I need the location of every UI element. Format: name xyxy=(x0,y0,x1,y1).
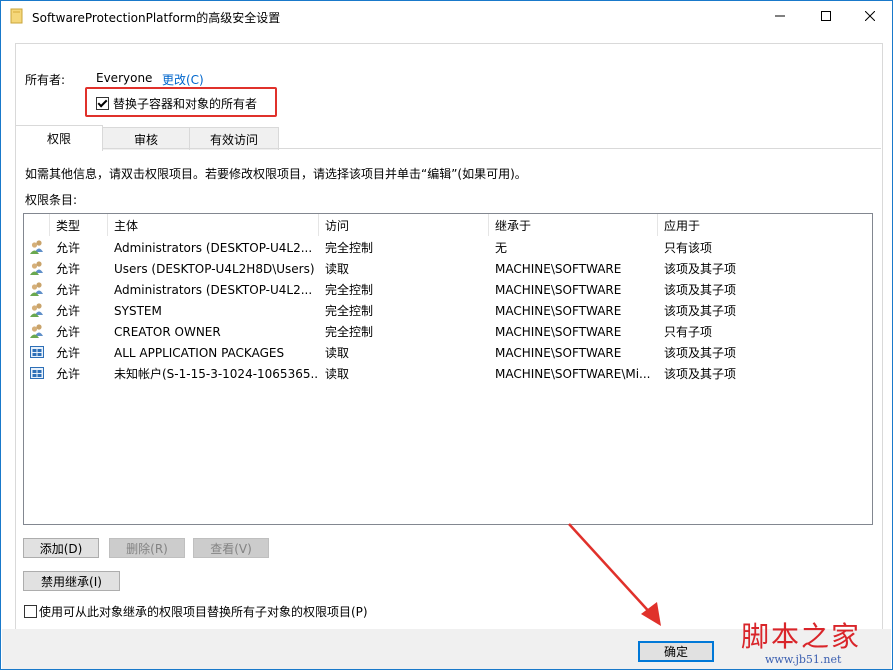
row-inherited-from: MACHINE\SOFTWARE xyxy=(495,261,622,276)
row-principal: SYSTEM xyxy=(114,303,162,318)
row-applies-to: 该项及其子项 xyxy=(664,367,737,381)
row-access: 完全控制 xyxy=(325,241,374,255)
minimize-icon xyxy=(774,15,785,17)
row-applies-to: 该项及其子项 xyxy=(664,346,737,360)
row-applies-to: 该项及其子项 xyxy=(664,304,737,318)
replace-child-permissions-checkbox[interactable] xyxy=(24,605,37,618)
row-type: 允许 xyxy=(56,241,81,255)
users-icon xyxy=(29,281,45,297)
folder-icon xyxy=(10,8,23,24)
users-icon xyxy=(29,239,45,255)
owner-label: 所有者: xyxy=(25,73,66,87)
row-principal: Administrators (DESKTOP-U4L2... xyxy=(114,282,313,297)
row-access: 读取 xyxy=(325,346,350,360)
permission-entries-list[interactable]: 类型 主体 访问 继承于 应用于 允许 Administrators (DESKT… xyxy=(23,213,873,525)
maximize-button[interactable] xyxy=(803,1,848,31)
users-icon xyxy=(29,302,45,318)
tab-effective-access[interactable]: 有效访问 xyxy=(189,127,279,150)
row-access: 完全控制 xyxy=(325,304,374,318)
row-type: 允许 xyxy=(56,283,81,297)
disable-inheritance-button[interactable]: 禁用继承(I) xyxy=(23,571,120,591)
table-row[interactable]: 允许 Administrators (DESKTOP-U4L2... 完全控制 无 只有… xyxy=(24,237,872,258)
row-applies-to: 只有该项 xyxy=(664,241,713,255)
title-bar[interactable]: SoftwareProtectionPlatform的高级安全设置 xyxy=(1,1,892,31)
row-type: 允许 xyxy=(56,346,81,360)
row-inherited-from: MACHINE\SOFTWARE xyxy=(495,282,622,297)
row-applies-to: 该项及其子项 xyxy=(664,262,737,276)
table-row[interactable]: 允许 Administrators (DESKTOP-U4L2... 完全控制 MAC… xyxy=(24,279,872,300)
table-row[interactable]: 允许 未知帐户(S-1-15-3-1024-1065365... 读取 MACHINE… xyxy=(24,363,872,384)
header-access[interactable]: 访问 xyxy=(319,214,489,236)
tab-permissions-label: 权限 xyxy=(46,132,71,146)
row-principal: CREATOR OWNER xyxy=(114,324,221,339)
row-access: 读取 xyxy=(325,367,350,381)
table-row[interactable]: 允许 Users (DESKTOP-U4L2H8D\Users) 读取 MACHINE… xyxy=(24,258,872,279)
watermark-url: www.jb51.net xyxy=(765,653,842,666)
row-inherited-from: MACHINE\SOFTWARE xyxy=(495,345,622,360)
change-owner-link[interactable]: 更改(C) xyxy=(162,71,204,88)
row-inherited-from: MACHINE\SOFTWARE xyxy=(495,303,622,318)
table-row[interactable]: 允许 ALL APPLICATION PACKAGES 读取 MACHINE\SOFT… xyxy=(24,342,872,363)
tab-divider xyxy=(15,148,881,149)
annotation-arrow xyxy=(568,523,661,626)
info-text: 如需其他信息，请双击权限项目。若要修改权限项目，请选择该项目并单击“编辑”(如果… xyxy=(25,167,527,181)
row-inherited-from: MACHINE\SOFTWARE xyxy=(495,324,622,339)
replace-child-permissions-label: 使用可从此对象继承的权限项目替换所有子对象的权限项目(P) xyxy=(39,605,368,619)
row-access: 完全控制 xyxy=(325,325,374,339)
entries-label: 权限条目: xyxy=(25,193,78,207)
row-type: 允许 xyxy=(56,367,81,381)
table-row[interactable]: 允许 CREATOR OWNER 完全控制 MACHINE\SOFTWARE 只有子项 xyxy=(24,321,872,342)
close-button[interactable] xyxy=(847,1,892,31)
remove-button[interactable]: 删除(R) xyxy=(109,538,185,558)
row-inherited-from: 无 xyxy=(495,241,508,255)
row-applies-to: 该项及其子项 xyxy=(664,283,737,297)
tab-effective-access-label: 有效访问 xyxy=(209,132,258,147)
row-access: 读取 xyxy=(325,262,350,276)
tab-auditing[interactable]: 审核 xyxy=(101,127,191,150)
maximize-icon xyxy=(820,11,831,21)
owner-value: Everyone xyxy=(96,71,153,85)
minimize-button[interactable] xyxy=(757,1,802,31)
row-inherited-from: MACHINE\SOFTWARE\Mi... xyxy=(495,366,651,381)
row-type: 允许 xyxy=(56,304,81,318)
row-principal: 未知帐户(S-1-15-3-1024-1065365... xyxy=(114,367,317,381)
row-principal: Administrators (DESKTOP-U4L2... xyxy=(114,240,313,255)
app-package-icon xyxy=(29,365,45,381)
users-icon xyxy=(29,323,45,339)
add-button[interactable]: 添加(D) xyxy=(23,538,99,558)
replace-owner-checkbox[interactable] xyxy=(96,97,109,110)
row-principal: Users (DESKTOP-U4L2H8D\Users) xyxy=(114,261,315,276)
watermark-logo: 脚本之家 xyxy=(741,620,862,653)
advanced-security-window: SoftwareProtectionPlatform的高级安全设置 所有者: E… xyxy=(0,0,893,670)
header-inherited-from[interactable]: 继承于 xyxy=(489,214,658,236)
app-package-icon xyxy=(29,344,45,360)
row-type: 允许 xyxy=(56,325,81,339)
row-applies-to: 只有子项 xyxy=(664,325,713,339)
table-row[interactable]: 允许 SYSTEM 完全控制 MACHINE\SOFTWARE 该项及其子项 xyxy=(24,300,872,321)
view-button[interactable]: 查看(V) xyxy=(193,538,269,558)
close-icon xyxy=(864,11,875,21)
header-type[interactable]: 类型 xyxy=(50,214,108,236)
row-type: 允许 xyxy=(56,262,81,276)
header-principal[interactable]: 主体 xyxy=(108,214,319,236)
header-icon-col[interactable] xyxy=(24,214,50,236)
ok-button[interactable]: 确定 xyxy=(638,641,714,662)
tab-auditing-label: 审核 xyxy=(133,132,158,147)
header-applies-to[interactable]: 应用于 xyxy=(658,214,872,236)
users-icon xyxy=(29,260,45,276)
replace-owner-label: 替换子容器和对象的所有者 xyxy=(113,97,258,111)
tab-permissions[interactable]: 权限 xyxy=(15,125,103,151)
window-title: SoftwareProtectionPlatform的高级安全设置 xyxy=(32,11,281,25)
row-access: 完全控制 xyxy=(325,283,374,297)
row-principal: ALL APPLICATION PACKAGES xyxy=(114,345,285,360)
